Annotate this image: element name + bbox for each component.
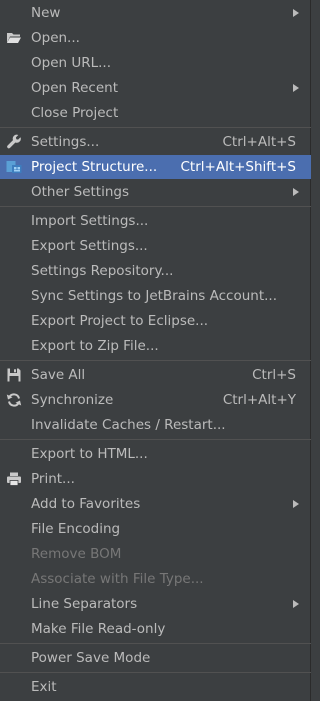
project-structure-icon [6, 161, 22, 173]
submenu-arrow-icon [293, 188, 299, 196]
menu-item-label: Open Recent [31, 80, 119, 96]
menu-item-save-all[interactable]: Save All Ctrl+S [0, 363, 311, 387]
menu-item-project-structure[interactable]: Project Structure... Ctrl+Alt+Shift+S [0, 155, 311, 179]
menu-item-remove-bom: Remove BOM [0, 542, 311, 566]
menu-item-label: Associate with File Type... [31, 571, 204, 587]
menu-item-import-settings[interactable]: Import Settings... [0, 209, 311, 233]
shortcut-text: Ctrl+Alt+Shift+S [180, 159, 297, 175]
menu-item-label: Power Save Mode [31, 650, 151, 666]
menu-item-settings-repository[interactable]: Settings Repository... [0, 259, 311, 283]
menu-item-label: New [31, 5, 61, 21]
menu-item-make-read-only[interactable]: Make File Read-only [0, 617, 311, 641]
menu-item-label: Close Project [31, 105, 119, 121]
menu-item-line-separators[interactable]: Line Separators [0, 592, 311, 616]
menu-item-label: Make File Read-only [31, 621, 166, 637]
menu-item-sync-settings[interactable]: Sync Settings to JetBrains Account... [0, 284, 311, 308]
menu-item-label: Import Settings... [31, 213, 149, 229]
menu-separator [0, 206, 311, 207]
submenu-arrow-icon [293, 84, 299, 92]
menu-item-label: Line Separators [31, 596, 138, 612]
menu-item-label: Export to HTML... [31, 446, 148, 462]
menu-item-export-settings[interactable]: Export Settings... [0, 234, 311, 258]
menu-item-label: Open... [31, 30, 80, 46]
menu-item-synchronize[interactable]: Synchronize Ctrl+Alt+Y [0, 388, 311, 412]
menu-separator [0, 672, 311, 673]
menu-separator [0, 360, 311, 361]
menu-item-add-to-favorites[interactable]: Add to Favorites [0, 492, 311, 516]
menu-item-print[interactable]: Print... [0, 467, 311, 491]
menu-item-export-html[interactable]: Export to HTML... [0, 442, 311, 466]
menu-item-label: Settings... [31, 134, 100, 150]
wrench-icon [7, 134, 21, 149]
menu-item-power-save-mode[interactable]: Power Save Mode [0, 646, 311, 670]
menu-item-label: Add to Favorites [31, 496, 141, 512]
menu-item-label: Export Settings... [31, 238, 148, 254]
menu-item-export-zip[interactable]: Export to Zip File... [0, 334, 311, 358]
menu-item-label: Print... [31, 471, 75, 487]
menu-item-invalidate-caches[interactable]: Invalidate Caches / Restart... [0, 413, 311, 437]
shortcut-text: Ctrl+Alt+Y [222, 392, 296, 408]
menu-separator [0, 127, 311, 128]
file-menu: New Open... Open URL... Open Recent Clos… [0, 0, 311, 701]
menu-item-label: Export Project to Eclipse... [31, 313, 209, 329]
menu-item-label: Invalidate Caches / Restart... [31, 417, 226, 433]
menu-item-other-settings[interactable]: Other Settings [0, 180, 311, 204]
floppy-disk-icon [7, 368, 21, 382]
menu-item-label: Sync Settings to JetBrains Account... [31, 288, 278, 304]
menu-item-file-encoding[interactable]: File Encoding [0, 517, 311, 541]
submenu-arrow-icon [293, 9, 299, 17]
menu-item-open-url[interactable]: Open URL... [0, 51, 311, 75]
menu-item-label: File Encoding [31, 521, 121, 537]
menu-item-label: Synchronize [31, 392, 114, 408]
menu-separator [0, 439, 311, 440]
menu-item-associate-file-type: Associate with File Type... [0, 567, 311, 591]
menu-item-label: Open URL... [31, 55, 112, 71]
menu-item-label: Other Settings [31, 184, 129, 200]
submenu-arrow-icon [293, 600, 299, 608]
menu-item-open[interactable]: Open... [0, 26, 311, 50]
folder-open-icon [7, 33, 21, 43]
menu-separator [0, 643, 311, 644]
menu-item-label: Remove BOM [31, 546, 122, 562]
menu-item-settings[interactable]: Settings... Ctrl+Alt+S [0, 130, 311, 154]
menu-item-label: Project Structure... [31, 159, 158, 175]
menu-item-new[interactable]: New [0, 1, 311, 25]
menu-item-label: Settings Repository... [31, 263, 174, 279]
menu-item-label: Save All [31, 367, 86, 383]
menu-item-label: Exit [31, 679, 57, 695]
sync-icon [6, 393, 22, 407]
shortcut-text: Ctrl+Alt+S [222, 134, 297, 150]
printer-icon [7, 472, 21, 486]
submenu-arrow-icon [293, 500, 299, 508]
menu-item-exit[interactable]: Exit [0, 675, 311, 699]
menu-item-export-eclipse[interactable]: Export Project to Eclipse... [0, 309, 311, 333]
menu-item-label: Export to Zip File... [31, 338, 159, 354]
menu-item-open-recent[interactable]: Open Recent [0, 76, 311, 100]
shortcut-text: Ctrl+S [252, 367, 296, 383]
menu-item-close-project[interactable]: Close Project [0, 101, 311, 125]
